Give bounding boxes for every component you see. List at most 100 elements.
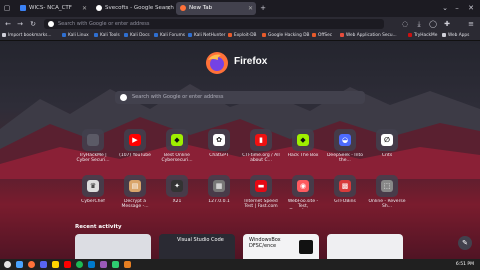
- bookmark-google-hacking-db[interactable]: Google Hacking DB: [262, 32, 310, 39]
- bookmark-label: Web Apps: [448, 33, 470, 38]
- shortcut-tile: ▤: [124, 175, 146, 197]
- kali-icon: [154, 32, 158, 37]
- pocket-icon[interactable]: ◌: [400, 19, 410, 29]
- kali-icon: [124, 32, 128, 37]
- shortcut-x21[interactable]: ✦ X21: [158, 175, 196, 209]
- bookmark-kali-docs[interactable]: Kali Docs: [124, 32, 150, 39]
- bookmark-label: Kali Tools: [100, 33, 120, 38]
- hackthebox-icon: ◆: [297, 134, 309, 146]
- youtube-icon[interactable]: [64, 261, 71, 268]
- revshell-icon: ⬚: [381, 180, 393, 192]
- close-tab-icon[interactable]: ✕: [166, 2, 171, 15]
- youtube-icon: ▶: [129, 134, 141, 146]
- firefox-icon: [180, 4, 186, 11]
- recent-card[interactable]: [327, 234, 403, 259]
- bookmark-label: Kali Linux: [68, 33, 89, 38]
- bookmark-icon: [340, 32, 344, 37]
- shortcut-chatgpt[interactable]: ✿ ChatGPT: [200, 129, 238, 163]
- back-icon[interactable]: ←: [3, 19, 13, 29]
- shortcut-tile: [82, 129, 104, 151]
- shortcut-hack-the-box[interactable]: ◆ Hack The Box: [284, 129, 322, 163]
- folder-icon: [442, 32, 446, 37]
- shortcut-gtfobins[interactable]: ▩ GTFOBins: [326, 175, 364, 209]
- bookmark-offsec[interactable]: OffSec: [312, 32, 332, 39]
- search-input[interactable]: Search with Google or enter address: [115, 91, 365, 104]
- minimize-icon[interactable]: –: [452, 3, 462, 13]
- navigation-toolbar: ← → ↻ Search with Google or enter addres…: [0, 17, 480, 31]
- tab-wics[interactable]: WICS- NCA_CTF ✕: [16, 2, 90, 15]
- shortcut-fast-com[interactable]: ▬ Internet Speed Test | Fast.com: [242, 175, 280, 209]
- shortcut-tile: ◆: [292, 129, 314, 151]
- customize-pencil-icon[interactable]: ✎: [458, 236, 472, 250]
- close-tab-icon[interactable]: ✕: [248, 2, 253, 15]
- close-tab-icon[interactable]: ✕: [82, 2, 87, 15]
- recent-card-vscode[interactable]: Visual Studio Code: [159, 234, 235, 259]
- shortcut-label: Decrypt a Message -...: [121, 199, 149, 209]
- app-icon[interactable]: [100, 261, 107, 268]
- shortcut-tile: ✦: [166, 175, 188, 197]
- shortcut-best-online-cybersecurity[interactable]: ◆ Best Online Cybersecuri...: [158, 129, 196, 163]
- tab-new-tab[interactable]: New Tab ✕: [176, 2, 256, 15]
- shortcut-reverse-shell[interactable]: ⬚ Online - Reverse Sh...: [368, 175, 406, 209]
- tab-google-search[interactable]: Svecofts - Google Search ✕: [92, 2, 174, 15]
- shortcut-tile: ✿: [208, 129, 230, 151]
- bookmark-kali-forums[interactable]: Kali Forums: [154, 32, 185, 39]
- list-tabs-icon[interactable]: ⌄: [440, 3, 450, 13]
- app-icon[interactable]: [112, 261, 119, 268]
- reload-icon[interactable]: ↻: [28, 19, 38, 29]
- bookmark-web-apps[interactable]: Web Apps: [442, 32, 469, 39]
- bookmark-exploit-db[interactable]: Exploit-DB: [228, 32, 257, 39]
- app-icon[interactable]: [124, 261, 131, 268]
- firefox-taskbar-icon[interactable]: [28, 261, 35, 268]
- shortcut-tryhackme[interactable]: TryHackMe | Cyber Securi...: [74, 129, 112, 163]
- shortcut-tile: ∅: [376, 129, 398, 151]
- folder-icon[interactable]: [52, 261, 59, 268]
- firefox-view-icon[interactable]: ▢: [2, 3, 12, 13]
- system-clock[interactable]: 6:51 PM: [456, 260, 474, 269]
- forward-icon[interactable]: →: [15, 19, 25, 29]
- search-icon[interactable]: [16, 261, 23, 268]
- shortcut-tile: ◒: [334, 129, 356, 151]
- recent-card-windowsbox[interactable]: WindowsBox DFSC/ence: [243, 234, 319, 259]
- google-icon: [48, 21, 54, 27]
- shortcut-cyberchef[interactable]: ♛ CyberChef: [74, 175, 112, 209]
- bookmark-label: Kali NetHunter: [194, 33, 226, 38]
- gtfobins-icon: ▩: [339, 180, 351, 192]
- close-window-icon[interactable]: ✕: [466, 3, 476, 13]
- shortcut-label: GTFOBins: [334, 199, 356, 204]
- bookmark-import[interactable]: Import bookmarks...: [2, 32, 52, 39]
- shortcut-localhost[interactable]: ▦ 127.0.0.1: [200, 175, 238, 209]
- vscode-icon[interactable]: [88, 261, 95, 268]
- account-icon[interactable]: ◯: [428, 19, 438, 29]
- bookmark-label: Import bookmarks...: [8, 33, 52, 38]
- recent-card-label: WindowsBox DFSC/ence: [249, 237, 281, 249]
- bookmark-kali-nethunter[interactable]: Kali NetHunter: [188, 32, 225, 39]
- shortcut-crits[interactable]: ∅ Crits: [368, 129, 406, 163]
- address-bar[interactable]: Search with Google or enter address: [44, 19, 384, 29]
- firefox-logo-icon: [205, 51, 229, 75]
- extensions-icon[interactable]: ✚: [442, 19, 452, 29]
- menu-icon[interactable]: ≡: [466, 19, 476, 29]
- shortcut-label: 127.0.0.1: [208, 199, 230, 204]
- shortcut-deepseek[interactable]: ◒ DeepSeek - Into the...: [326, 129, 364, 163]
- discord-icon[interactable]: [40, 261, 47, 268]
- bookmark-tryhackme[interactable]: TryHackMe: [408, 32, 437, 39]
- hackthebox-icon: ◆: [171, 134, 183, 146]
- shortcut-ctftime[interactable]: ▮ CTFtime.org / All about C...: [242, 129, 280, 163]
- shortcut-decrypt-message[interactable]: ▤ Decrypt a Message -...: [116, 175, 154, 209]
- recent-card[interactable]: [75, 234, 151, 259]
- shortcut-webfoo[interactable]: ◉ WebFoo.site - Test, Transform...: [284, 175, 322, 209]
- shortcut-youtube[interactable]: ▶ (107) YouTube: [116, 129, 154, 163]
- shortcut-tile: ▮: [250, 129, 272, 151]
- start-icon[interactable]: [4, 261, 11, 268]
- shortcut-tile: ▩: [334, 175, 356, 197]
- google-icon: [96, 4, 102, 11]
- new-tab-plus-icon[interactable]: +: [258, 3, 268, 13]
- bookmark-web-app-security[interactable]: Web Application Secu...: [340, 32, 397, 39]
- spotify-icon[interactable]: [76, 261, 83, 268]
- shortcut-label: ChatGPT: [209, 153, 229, 158]
- downloads-icon[interactable]: ⤓: [414, 19, 424, 29]
- bookmark-kali-tools[interactable]: Kali Tools: [94, 32, 120, 39]
- shortcut-label: Hack The Box: [287, 153, 319, 158]
- bookmark-kali-linux[interactable]: Kali Linux: [62, 32, 89, 39]
